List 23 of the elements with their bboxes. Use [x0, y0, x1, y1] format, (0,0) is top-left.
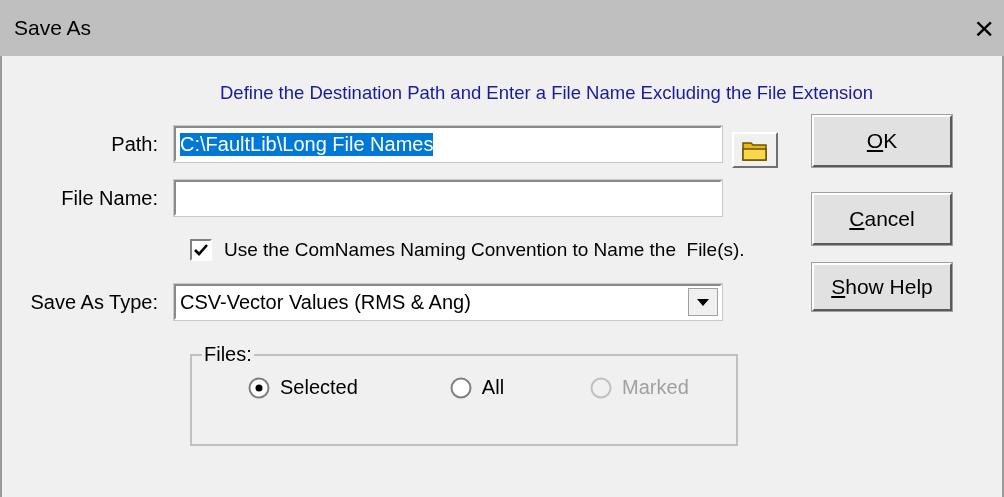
close-button[interactable]: × [974, 11, 994, 45]
dialog-button[interactable]: Show Help [812, 263, 952, 311]
dialog-button[interactable]: OK [812, 115, 952, 167]
file-name-label: File Name: [60, 186, 159, 210]
browse-button[interactable] [732, 132, 778, 168]
file-name-field[interactable] [174, 180, 722, 216]
save-as-type-label: Save As Type: [29, 290, 159, 314]
dialog-button[interactable]: Cancel [812, 193, 952, 245]
check-icon [193, 242, 209, 258]
save-as-type-dropdown[interactable]: CSV-Vector Values (RMS & Ang) [174, 284, 722, 320]
radio-icon [590, 376, 613, 399]
radio-icon [248, 376, 270, 399]
dropdown-arrow-icon [697, 298, 709, 306]
window-title: Save As [14, 16, 92, 40]
radio-option[interactable]: All [449, 376, 505, 399]
radio-icon [449, 376, 472, 399]
folder-icon [742, 139, 768, 161]
path-label: Path: [110, 132, 159, 156]
instruction-text: Define the Destination Path and Enter a File Name Excluding the File Extension [220, 82, 873, 104]
checkbox[interactable] [190, 239, 212, 261]
radio-option[interactable]: Selected [248, 376, 358, 399]
path-field[interactable]: C:\FaultLib\Long File Names [174, 126, 722, 162]
checkbox-label: Use the ComNames Naming Convention to Name the File(s). [224, 239, 745, 261]
